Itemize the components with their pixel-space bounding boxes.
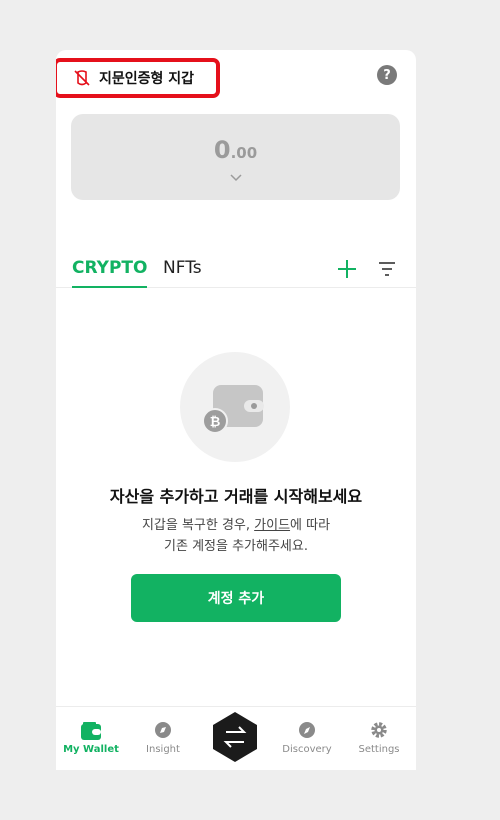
bitcoin-icon: ₿	[202, 408, 228, 434]
help-icon[interactable]: ?	[377, 65, 397, 85]
wallet-screen: 지문인증형 지갑 ? 0.00 CRYPTO NFTs ₿ 자산을 추가하고 거…	[56, 50, 416, 770]
compass-icon	[299, 722, 315, 738]
gear-icon	[371, 722, 387, 738]
svg-text:₿: ₿	[210, 415, 221, 430]
empty-state-description: 지갑을 복구한 경우, 가이드에 따라 기존 계정을 추가해주세요.	[56, 515, 416, 557]
empty-state-title: 자산을 추가하고 거래를 시작해보세요	[109, 487, 363, 506]
nav-my-wallet-label: My Wallet	[63, 744, 119, 755]
tab-crypto[interactable]: CRYPTO	[72, 258, 148, 288]
empty-desc-line1: 지갑을 복구한 경우, 가이드에 따라	[56, 515, 416, 536]
balance-integer: 0	[213, 136, 231, 164]
filter-icon[interactable]	[377, 260, 397, 278]
wallet-icon	[81, 722, 101, 740]
fingerprint-icon	[74, 70, 90, 86]
empty-desc-line2: 기존 계정을 추가해주세요.	[164, 539, 308, 554]
desc-prefix: 지갑을 복구한 경우,	[141, 518, 255, 533]
nav-settings[interactable]: Settings	[347, 721, 411, 755]
wallet-type-label: 지문인증형 지갑	[99, 71, 195, 87]
nav-my-wallet[interactable]: My Wallet	[59, 721, 123, 755]
balance-card[interactable]: 0.00	[71, 114, 400, 200]
desc-suffix: 에 따라	[290, 518, 331, 533]
balance-amount: 0.00	[71, 136, 400, 164]
nav-discovery-label: Discovery	[282, 744, 332, 755]
empty-wallet-illustration: ₿	[180, 352, 290, 462]
nav-discovery[interactable]: Discovery	[275, 721, 339, 755]
nav-insight[interactable]: Insight	[131, 721, 195, 755]
nav-insight-label: Insight	[146, 744, 180, 755]
add-account-button[interactable]: 계정 추가	[131, 574, 341, 622]
insight-icon	[155, 722, 171, 738]
wallet-icon	[213, 385, 264, 427]
balance-decimal: .00	[230, 144, 258, 162]
asset-tabs: CRYPTO NFTs	[56, 250, 416, 288]
chevron-down-icon[interactable]	[229, 172, 243, 182]
guide-link[interactable]: 가이드	[254, 518, 290, 533]
tab-nfts[interactable]: NFTs	[163, 258, 202, 288]
swap-button[interactable]	[211, 711, 259, 763]
nav-settings-label: Settings	[358, 744, 400, 755]
wallet-type-selector[interactable]: 지문인증형 지갑	[56, 58, 220, 98]
plus-icon[interactable]	[336, 258, 358, 280]
bottom-nav: My Wallet Insight Discovery Settings	[56, 706, 416, 770]
